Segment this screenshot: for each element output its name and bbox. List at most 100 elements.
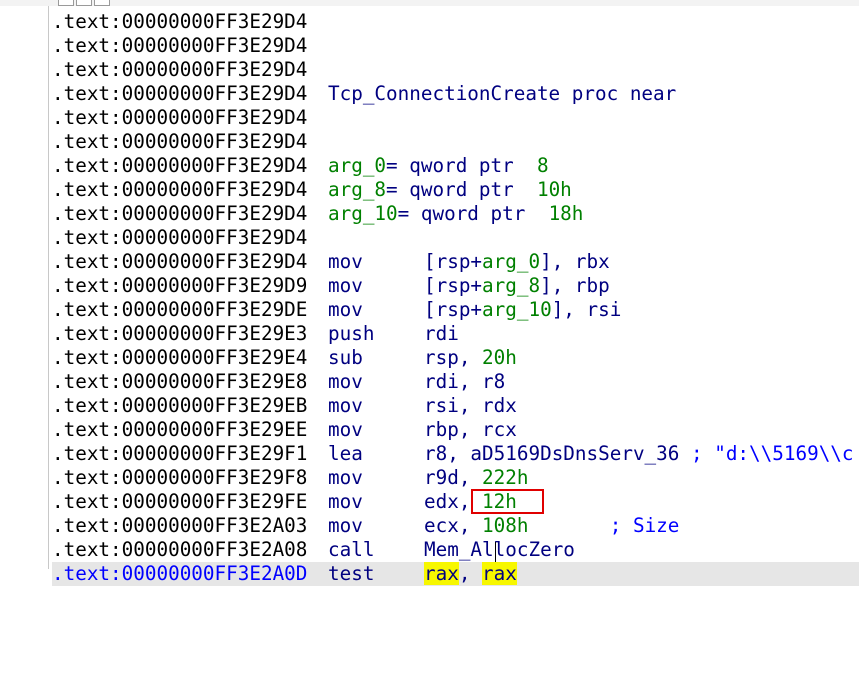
- mnemonic: mov: [328, 394, 363, 417]
- mnemonic: mov: [328, 418, 363, 441]
- listing-line[interactable]: .text:00000000FF3E29D4: [52, 34, 859, 58]
- listing-line-instruction[interactable]: .text:00000000FF3E29E3 push rdi: [52, 322, 859, 346]
- operands: [rsp+arg_8], rbp: [424, 274, 610, 297]
- address-label: .text:00000000FF3E29F8: [52, 466, 308, 489]
- listing-line-instruction[interactable]: .text:00000000FF3E29EB mov rsi, rdx: [52, 394, 859, 418]
- listing-line-instruction[interactable]: .text:00000000FF3E29D4 mov [rsp+arg_0], …: [52, 250, 859, 274]
- operands: rax, rax: [424, 562, 517, 585]
- listing-line-arg[interactable]: .text:00000000FF3E29D4 arg_8= qword ptr …: [52, 178, 859, 202]
- address-label: .text:00000000FF3E29D4: [52, 202, 308, 225]
- address-label: .text:00000000FF3E29D4: [52, 34, 308, 57]
- stack-var-offset: 10h: [536, 178, 572, 201]
- stack-var-name[interactable]: arg_10: [328, 202, 398, 225]
- address-label: .text:00000000FF3E29EB: [52, 394, 308, 417]
- address-label: .text:00000000FF3E29D9: [52, 274, 308, 297]
- address-label: .text:00000000FF3E29F1: [52, 442, 308, 465]
- listing-line[interactable]: .text:00000000FF3E29D4: [52, 130, 859, 154]
- text-cursor: [495, 542, 496, 562]
- mnemonic: mov: [328, 274, 363, 297]
- call-target[interactable]: Mem_AllocZero: [424, 538, 575, 562]
- address-label: .text:00000000FF3E2A03: [52, 514, 308, 537]
- mnemonic: mov: [328, 514, 363, 537]
- comment: ; "d:\\5169\\c: [679, 442, 854, 465]
- stack-var-name[interactable]: arg_0: [328, 154, 386, 177]
- listing-line-instruction[interactable]: .text:00000000FF3E29DE mov [rsp+arg_10],…: [52, 298, 859, 322]
- string-ref[interactable]: r8, aD5169DsDnsServ_36: [424, 442, 679, 465]
- listing-line-instruction[interactable]: .text:00000000FF3E2A03 mov ecx, 108h ; S…: [52, 514, 859, 538]
- address-label: .text:00000000FF3E2A0D: [52, 562, 308, 585]
- listing-line-proc[interactable]: .text:00000000FF3E29D4 Tcp_ConnectionCre…: [52, 82, 859, 106]
- mnemonic: mov: [328, 490, 363, 513]
- operands: [rsp+arg_10], rsi: [424, 298, 622, 321]
- mnemonic: push: [328, 322, 375, 345]
- listing-line-instruction[interactable]: .text:00000000FF3E2A08 call Mem_AllocZer…: [52, 538, 859, 562]
- toolbar-tab[interactable]: [94, 0, 110, 6]
- arrows-gutter: [0, 6, 49, 569]
- address-label: .text:00000000FF3E29EE: [52, 418, 308, 441]
- address-label: .text:00000000FF3E29D4: [52, 58, 308, 81]
- address-label: .text:00000000FF3E29E8: [52, 370, 308, 393]
- operands: rdi: [424, 322, 459, 345]
- operands: rbp, rcx: [424, 418, 517, 441]
- toolbar-tab[interactable]: [76, 0, 92, 6]
- listing-line[interactable]: .text:00000000FF3E29D4: [52, 10, 859, 34]
- operands: [rsp+arg_0], rbx: [424, 250, 610, 273]
- mnemonic: test: [328, 562, 375, 585]
- operands: r8, aD5169DsDnsServ_36 ; "d:\\5169\\c: [424, 442, 854, 466]
- listing-line-instruction[interactable]: .text:00000000FF3E29F8 mov r9d, 222h: [52, 466, 859, 490]
- immediate-value: 20h: [482, 346, 517, 369]
- operand-var[interactable]: arg_8: [482, 274, 540, 297]
- comment: ; Size: [528, 514, 680, 537]
- stack-var-def: arg_8= qword ptr 10h: [328, 178, 572, 201]
- listing-line-arg[interactable]: .text:00000000FF3E29D4 arg_10= qword ptr…: [52, 202, 859, 226]
- listing-line[interactable]: .text:00000000FF3E29D4: [52, 226, 859, 250]
- listing-line-instruction[interactable]: .text:00000000FF3E29D9 mov [rsp+arg_8], …: [52, 274, 859, 298]
- mnemonic: call: [328, 538, 375, 561]
- operands: rsi, rdx: [424, 394, 517, 417]
- top-toolbar-strip: [0, 0, 859, 6]
- operands: rdi, r8: [424, 370, 506, 393]
- mnemonic: mov: [328, 298, 363, 321]
- address-label: .text:00000000FF3E29FE: [52, 490, 308, 513]
- mnemonic: mov: [328, 370, 363, 393]
- listing-line-instruction[interactable]: .text:00000000FF3E29EE mov rbp, rcx: [52, 418, 859, 442]
- disassembly-listing[interactable]: .text:00000000FF3E29D4 .text:00000000FF3…: [52, 10, 859, 586]
- operands: ecx, 108h ; Size: [424, 514, 680, 537]
- listing-line-arg[interactable]: .text:00000000FF3E29D4 arg_0= qword ptr …: [52, 154, 859, 178]
- address-label: .text:00000000FF3E29D4: [52, 10, 308, 33]
- annotation-box: [471, 489, 544, 514]
- listing-line-instruction[interactable]: .text:00000000FF3E29E8 mov rdi, r8: [52, 370, 859, 394]
- operand-var[interactable]: arg_0: [482, 250, 540, 273]
- stack-var-def: arg_10= qword ptr 18h: [328, 202, 584, 225]
- listing-line-instruction[interactable]: .text:00000000FF3E29FE mov edx, 12h: [52, 490, 859, 514]
- mnemonic: mov: [328, 466, 363, 489]
- mnemonic: mov: [328, 250, 363, 273]
- stack-var-def: arg_0= qword ptr 8: [328, 154, 549, 177]
- listing-line-current[interactable]: .text:00000000FF3E2A0D test rax, rax: [52, 562, 859, 586]
- proc-name[interactable]: Tcp_ConnectionCreate: [328, 82, 560, 105]
- listing-line-instruction[interactable]: .text:00000000FF3E29F1 lea r8, aD5169DsD…: [52, 442, 859, 466]
- highlighted-register[interactable]: rax: [482, 562, 517, 585]
- highlighted-register[interactable]: rax: [424, 562, 459, 585]
- immediate-value: 222h: [482, 466, 529, 489]
- address-label: .text:00000000FF3E29D4: [52, 82, 308, 105]
- listing-line[interactable]: .text:00000000FF3E29D4: [52, 106, 859, 130]
- proc-declaration[interactable]: Tcp_ConnectionCreate proc near: [328, 82, 676, 106]
- immediate-value-size: 108h: [482, 514, 529, 537]
- address-label: .text:00000000FF3E29DE: [52, 298, 308, 321]
- address-label: .text:00000000FF3E29D4: [52, 178, 308, 201]
- address-label: .text:00000000FF3E29E3: [52, 322, 308, 345]
- stack-var-name[interactable]: arg_8: [328, 178, 386, 201]
- stack-var-offset: 8: [536, 154, 549, 177]
- address-label: .text:00000000FF3E29D4: [52, 106, 308, 129]
- listing-line[interactable]: .text:00000000FF3E29D4: [52, 58, 859, 82]
- mnemonic: lea: [328, 442, 363, 465]
- toolbar-tab[interactable]: [58, 0, 74, 6]
- address-label: .text:00000000FF3E29E4: [52, 346, 308, 369]
- listing-line-instruction[interactable]: .text:00000000FF3E29E4 sub rsp, 20h: [52, 346, 859, 370]
- operand-var[interactable]: arg_10: [482, 298, 552, 321]
- address-label: .text:00000000FF3E29D4: [52, 130, 308, 153]
- operands: r9d, 222h: [424, 466, 529, 489]
- address-label: .text:00000000FF3E29D4: [52, 250, 308, 273]
- address-label: .text:00000000FF3E2A08: [52, 538, 308, 561]
